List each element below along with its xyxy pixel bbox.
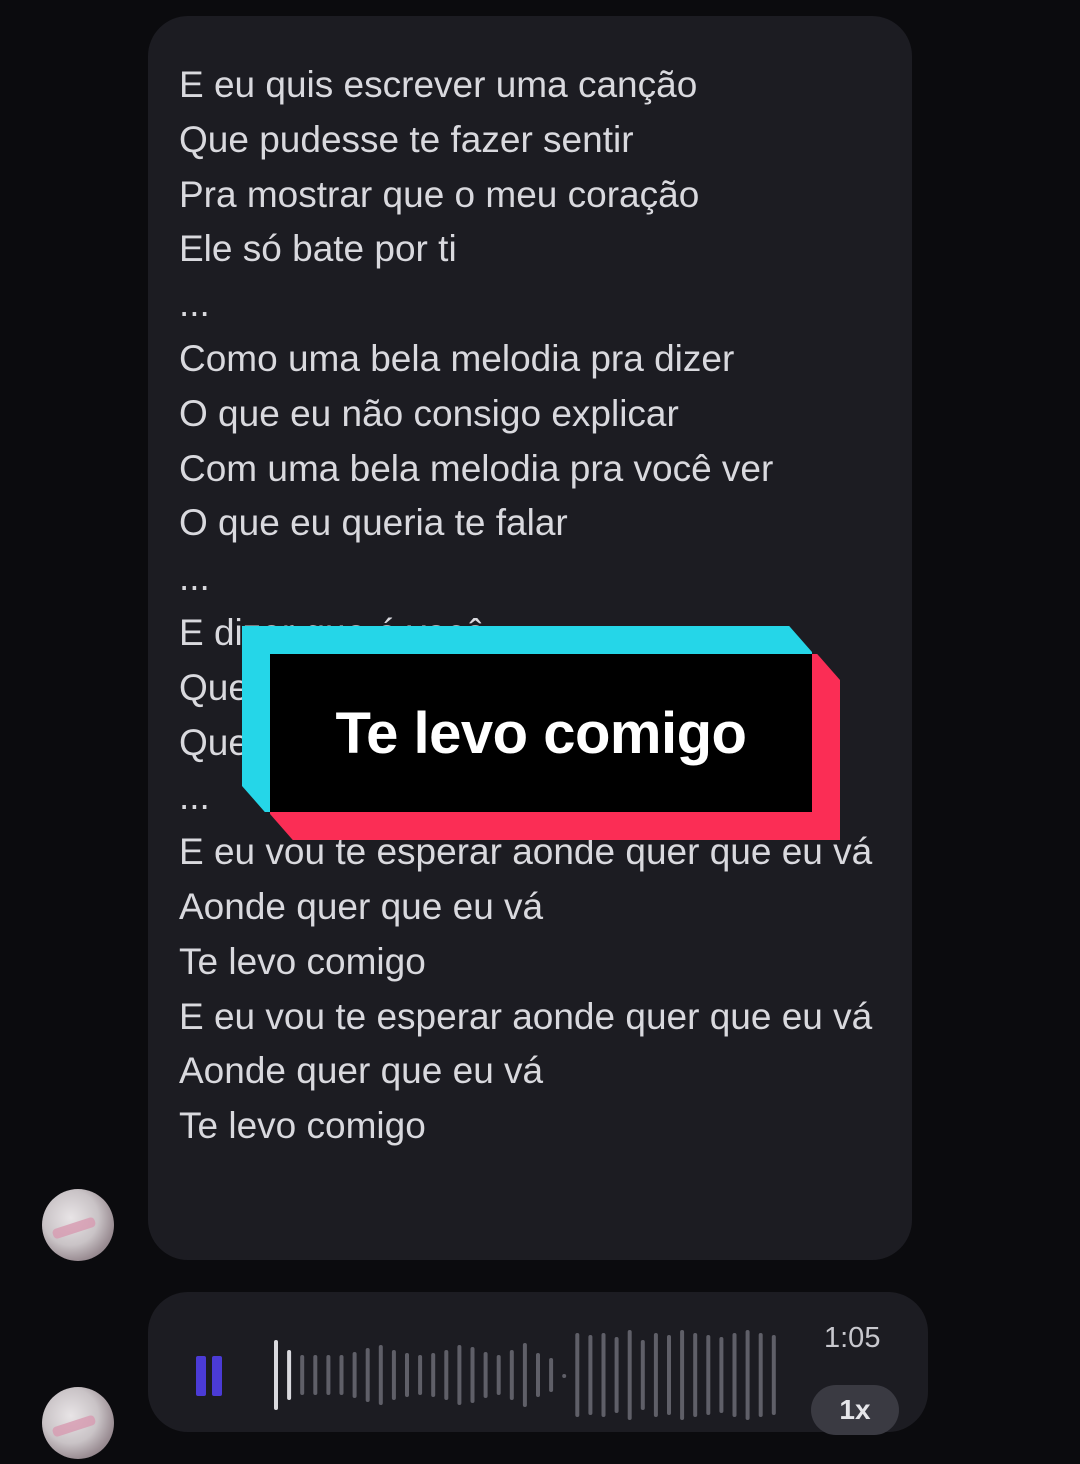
waveform-bar [575, 1333, 580, 1417]
waveform-bar [470, 1347, 475, 1403]
waveform-bar [287, 1350, 292, 1400]
waveform-bar [378, 1345, 383, 1405]
caption-box: Te levo comigo [270, 654, 812, 812]
waveform-bar [418, 1355, 423, 1395]
waveform-bar [509, 1350, 514, 1400]
lyrics-list: E eu quis escrever uma canção Que pudess… [179, 58, 882, 1154]
waveform-bar [339, 1355, 344, 1395]
waveform-bar [588, 1335, 593, 1415]
waveform-bar [667, 1335, 671, 1415]
avatar[interactable] [42, 1189, 114, 1261]
waveform-bar [719, 1337, 724, 1413]
audio-waveform[interactable] [270, 1320, 790, 1430]
waveform-bar [640, 1340, 645, 1410]
waveform-bar [405, 1353, 409, 1397]
waveform-bar [391, 1350, 396, 1400]
playback-speed-button[interactable]: 1x [811, 1385, 899, 1435]
lyric-line: Como uma bela melodia pra dizer [179, 337, 735, 379]
waveform-bar [326, 1355, 331, 1395]
waveform-bar [601, 1333, 606, 1417]
waveform-bar [483, 1352, 488, 1398]
caption-overlay: Te levo comigo [242, 626, 840, 840]
lyric-line: Pra mostrar que o meu coração [179, 173, 700, 215]
waveform-bar [457, 1345, 462, 1405]
waveform-bar [693, 1333, 698, 1417]
waveform-bar [627, 1330, 632, 1420]
waveform-bar [745, 1330, 750, 1420]
waveform-bar [549, 1358, 554, 1392]
lyric-line: E eu vou te esperar aonde quer que eu vá [179, 995, 873, 1037]
lyric-line: ... [179, 557, 210, 599]
lyric-line: O que eu queria te falar [179, 502, 568, 544]
lyric-line: Te levo comigo [179, 1105, 426, 1147]
waveform-bar [614, 1337, 619, 1413]
waveform-bar [496, 1355, 501, 1395]
lyric-line: Aonde quer que eu vá [179, 885, 544, 927]
lyric-line: Te levo comigo [179, 940, 426, 982]
lyric-line: E eu quis escrever uma canção [179, 64, 698, 105]
waveform-bar [653, 1333, 658, 1417]
waveform-bar [274, 1340, 278, 1410]
caption-text: Te levo comigo [335, 700, 747, 766]
waveform-bar [771, 1335, 776, 1415]
lyric-line: O que eu não consigo explicar [179, 392, 679, 434]
waveform-bar [300, 1355, 305, 1395]
lyric-line: Com uma bela melodia pra você ver [179, 447, 774, 489]
waveform-bar [758, 1333, 763, 1417]
pause-icon[interactable] [196, 1356, 224, 1396]
avatar[interactable] [42, 1387, 114, 1459]
waveform-bar [352, 1352, 357, 1398]
waveform-bar [536, 1353, 540, 1397]
lyric-line: Aonde quer que eu vá [179, 1050, 544, 1092]
waveform-bar [562, 1374, 567, 1378]
waveform-bar [680, 1330, 685, 1420]
waveform-bar [365, 1348, 370, 1402]
audio-duration: 1:05 [824, 1322, 881, 1354]
waveform-bar [313, 1355, 318, 1395]
lyric-line: ... [179, 283, 210, 325]
lyric-line: Ele só bate por ti [179, 228, 457, 270]
waveform-bar [431, 1353, 436, 1397]
waveform-bar [706, 1335, 711, 1415]
lyric-line: Que pudesse te fazer sentir [179, 118, 634, 160]
waveform-bar [732, 1333, 737, 1417]
waveform-bar [522, 1343, 527, 1407]
waveform-bar [444, 1350, 449, 1400]
